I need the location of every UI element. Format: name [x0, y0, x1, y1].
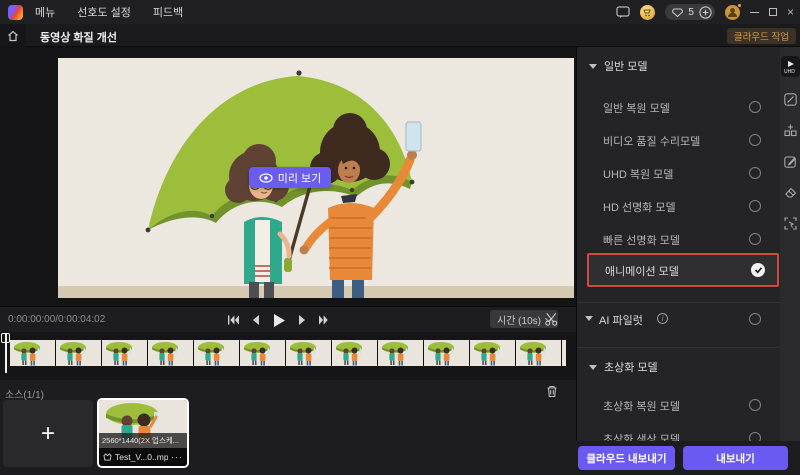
preview-button[interactable]: 미리 보기: [249, 167, 331, 188]
next-frame-button[interactable]: [298, 315, 306, 325]
notification-dot: [737, 3, 742, 8]
collapse-triangle-icon: [585, 316, 593, 321]
feedback-button[interactable]: 피드백: [153, 4, 183, 20]
eraser-icon[interactable]: [781, 183, 799, 201]
batch-add-icon[interactable]: [781, 121, 799, 139]
playhead-grip[interactable]: [1, 333, 10, 343]
home-button[interactable]: [0, 24, 26, 47]
check-icon: [751, 263, 765, 277]
add-source-button[interactable]: [3, 400, 93, 467]
section-label: 초상화 모델: [604, 359, 658, 375]
export-button[interactable]: 내보내기: [683, 446, 788, 470]
section-portrait-models[interactable]: 초상화 모델: [589, 359, 658, 375]
timecode: 0:00:00:00/0:00:04:02: [8, 314, 105, 325]
model-option-label: UHD 복원 모델: [603, 166, 673, 182]
home-icon: [7, 30, 19, 42]
add-credit-icon[interactable]: [699, 6, 712, 19]
enhance-video-icon[interactable]: UHD: [781, 56, 800, 77]
gem-icon: [672, 8, 683, 17]
model-option-video-repair[interactable]: 비디오 품질 수리모델: [577, 130, 781, 152]
model-option-animation-selected[interactable]: 애니메이션 모델: [587, 253, 779, 287]
radio-icon[interactable]: [749, 167, 761, 179]
app-logo-icon: [8, 5, 23, 20]
eye-icon: [259, 173, 273, 183]
radio-icon[interactable]: [749, 233, 761, 245]
divider: [577, 302, 781, 303]
account-avatar[interactable]: [725, 5, 740, 20]
video-stage: 미리 보기: [0, 47, 576, 306]
store-coin-icon[interactable]: [640, 5, 655, 20]
chat-feedback-icon[interactable]: [616, 6, 630, 18]
radio-icon[interactable]: [749, 399, 761, 411]
timeline-filmstrip[interactable]: [0, 332, 576, 380]
model-option-label: 애니메이션 모델: [605, 263, 679, 279]
model-panel: 일반 모델 일반 복원 모델 비디오 품질 수리모델 UHD 복원 모델 HD …: [576, 47, 780, 475]
minimize-button[interactable]: [750, 12, 759, 13]
selection-icon[interactable]: [781, 214, 799, 232]
preview-button-label: 미리 보기: [278, 170, 322, 186]
model-option-hd-sharpen[interactable]: HD 선명화 모델: [577, 196, 781, 218]
scissors-icon: [544, 312, 559, 326]
app-window: 메뉴 선호도 설정 피드백 5: [0, 0, 800, 475]
credits-pill[interactable]: 5: [665, 4, 715, 20]
radio-icon[interactable]: [749, 134, 761, 146]
collapse-triangle-icon: [589, 365, 597, 370]
model-option-portrait-restore[interactable]: 초상화 복원 모델: [577, 395, 781, 417]
prev-frame-button[interactable]: [252, 315, 260, 325]
collapse-triangle-icon: [589, 64, 597, 69]
model-option-fast-sharpen[interactable]: 빠른 선명화 모델: [577, 229, 781, 251]
trash-icon: [546, 385, 558, 398]
file-badge-icon: [103, 453, 112, 461]
radio-icon[interactable]: [749, 101, 761, 113]
pen-icon[interactable]: [781, 90, 799, 108]
divider: [577, 347, 781, 348]
maximize-button[interactable]: [769, 8, 777, 16]
source-file-name: Test_V...0..mp4: [115, 452, 168, 462]
trim-button[interactable]: [544, 312, 559, 331]
radio-icon[interactable]: [749, 313, 761, 325]
section-label: AI 파일럿: [599, 312, 643, 328]
section-label: 일반 모델: [604, 58, 648, 74]
info-icon[interactable]: [657, 313, 668, 324]
transport-bar: 0:00:00:00/0:00:04:02 시간 (10s): [0, 306, 576, 332]
source-count-label: 소스(1/1): [5, 386, 44, 401]
model-option-label: 일반 복원 모델: [603, 100, 670, 116]
source-area: 소스(1/1) 2560*1440(2X 업스케... Test_V...0..…: [0, 380, 576, 475]
edit-icon[interactable]: [781, 152, 799, 170]
titlebar: 메뉴 선호도 설정 피드백 5: [0, 0, 800, 24]
filmstrip-frames[interactable]: [10, 340, 566, 366]
tabbar: 동영상 화질 개선 클라우드 작업: [0, 24, 800, 47]
source-thumbnail-card[interactable]: 2560*1440(2X 업스케... Test_V...0..mp4 ···: [97, 398, 189, 468]
resolution-overlay-label: 2560*1440(2X 업스케...: [99, 433, 187, 448]
model-option-label: 비디오 품질 수리모델: [603, 133, 700, 149]
model-option-label: 빠른 선명화 모델: [603, 232, 680, 248]
model-option-ai-pilot[interactable]: AI 파일럿: [577, 309, 781, 331]
time-scale-label: 시간 (10s): [497, 312, 541, 327]
model-option-label: HD 선명화 모델: [603, 199, 676, 215]
cloud-job-button[interactable]: 클라우드 작업: [727, 28, 796, 44]
source-more-button[interactable]: ···: [171, 452, 183, 462]
cloud-export-button[interactable]: 클라우드 내보내기: [578, 446, 675, 470]
credit-count: 5: [688, 7, 694, 18]
skip-start-button[interactable]: [228, 315, 239, 325]
menu-button[interactable]: 메뉴: [35, 4, 55, 20]
model-option-uhd-restore[interactable]: UHD 복원 모델: [577, 163, 781, 185]
tab-video-enhance[interactable]: 동영상 화질 개선: [40, 29, 117, 45]
delete-source-button[interactable]: [546, 385, 558, 403]
radio-icon[interactable]: [749, 200, 761, 212]
model-option-general-restore[interactable]: 일반 복원 모델: [577, 97, 781, 119]
section-general-models[interactable]: 일반 모델: [589, 58, 648, 74]
skip-end-button[interactable]: [319, 315, 330, 325]
svg-text:UHD: UHD: [784, 69, 795, 75]
play-button[interactable]: [273, 314, 285, 327]
model-option-label: 초상화 복원 모델: [603, 398, 680, 414]
close-button[interactable]: [787, 6, 794, 18]
preferences-button[interactable]: 선호도 설정: [77, 4, 131, 20]
tool-strip: UHD: [780, 47, 800, 475]
